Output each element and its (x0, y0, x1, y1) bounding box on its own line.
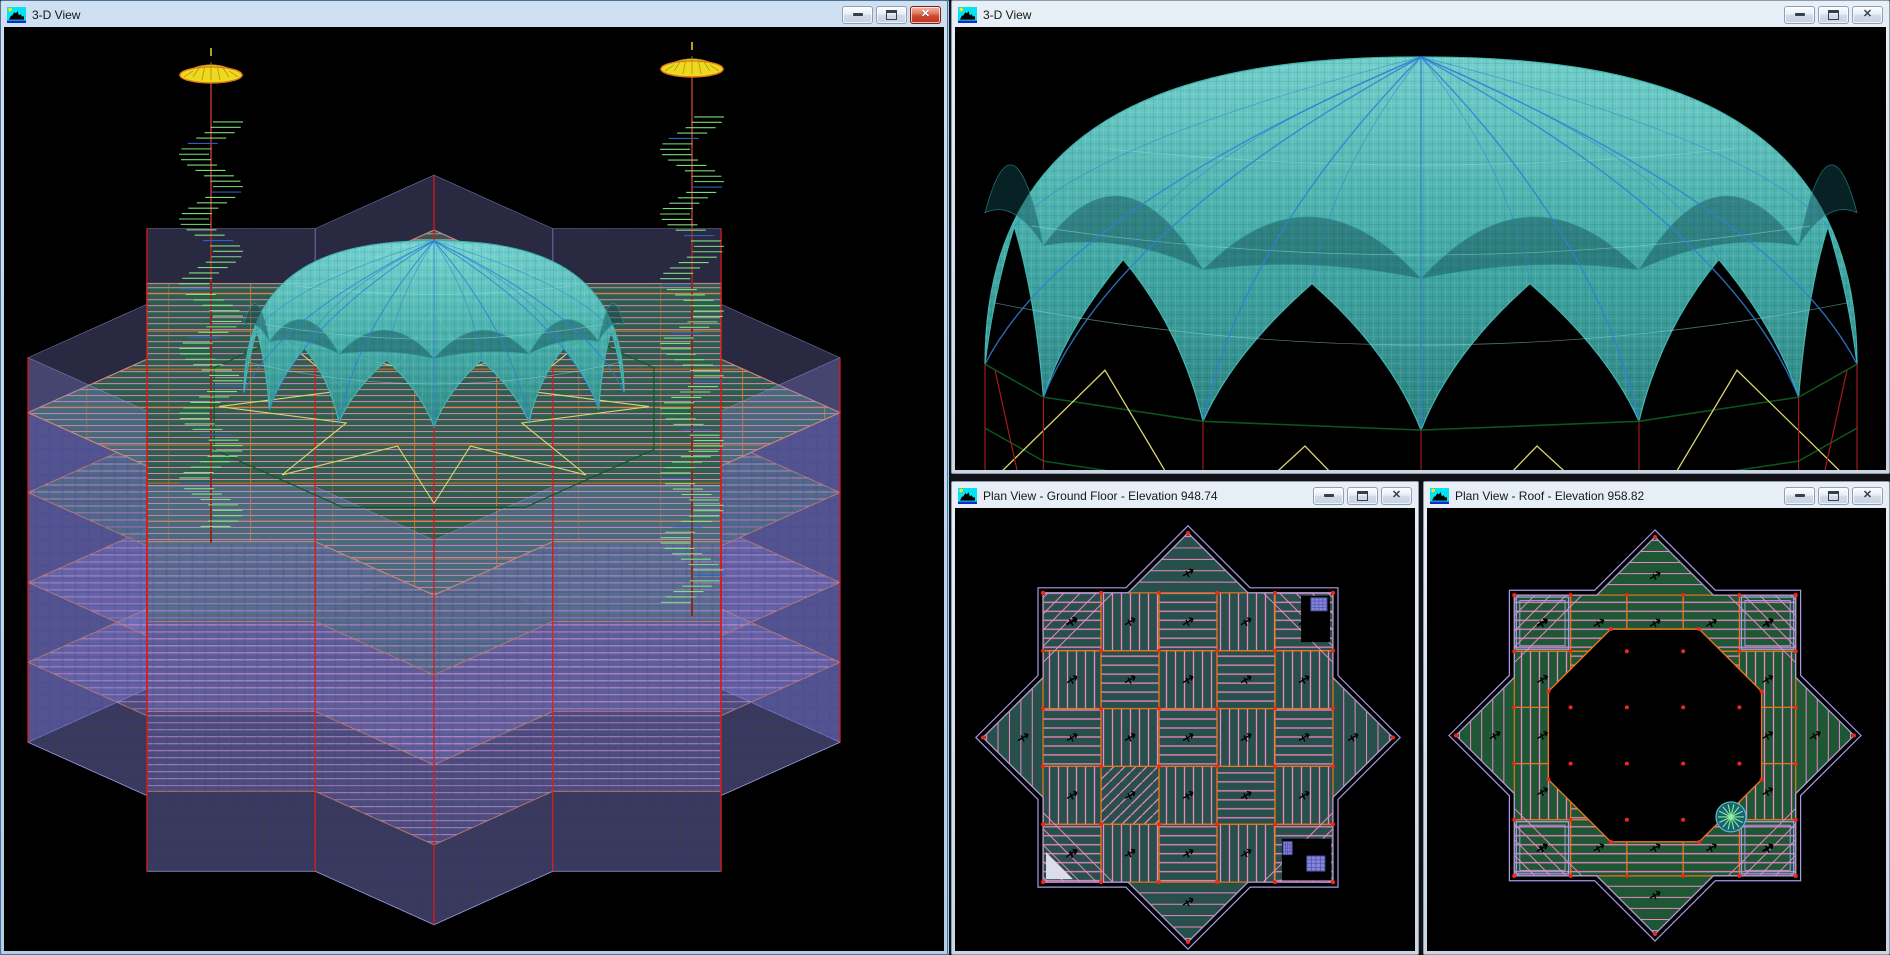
dome-3d-model (955, 27, 1886, 470)
window-controls: ✕ (1784, 487, 1883, 505)
restore-icon (1357, 491, 1368, 501)
titlebar[interactable]: Plan View - Roof - Elevation 958.82 ✕ (1427, 482, 1886, 508)
restore-button[interactable] (1347, 487, 1378, 505)
model-window-icon (958, 7, 977, 23)
window-controls: ✕ (842, 6, 941, 24)
window-title: 3-D View (32, 8, 836, 22)
window-3d-view-dome: 3-D View ✕ (951, 0, 1890, 474)
window-title: 3-D View (983, 8, 1778, 22)
minimize-button[interactable] (1313, 487, 1344, 505)
3d-model-viewport[interactable] (4, 27, 944, 951)
plan-roof-viewport[interactable] (1427, 508, 1886, 951)
titlebar[interactable]: Plan View - Ground Floor - Elevation 948… (955, 482, 1415, 508)
roof-plan (1427, 508, 1886, 951)
plan-ground-viewport[interactable] (955, 508, 1415, 951)
mosque-3d-model (4, 27, 944, 951)
titlebar[interactable]: 3-D View ✕ (4, 1, 944, 27)
close-button[interactable]: ✕ (910, 6, 941, 24)
model-window-icon (7, 7, 26, 23)
minimize-icon (1324, 494, 1334, 497)
close-icon: ✕ (1863, 9, 1872, 20)
minimize-button[interactable] (1784, 6, 1815, 24)
close-icon: ✕ (921, 9, 930, 20)
model-window-icon (958, 488, 977, 504)
mdi-workspace: { "windows": [ {"id":"main-3d","title":"… (0, 0, 1890, 955)
minimize-icon (853, 13, 863, 16)
window-title: Plan View - Ground Floor - Elevation 948… (983, 489, 1307, 503)
window-controls: ✕ (1313, 487, 1412, 505)
3d-dome-viewport[interactable] (955, 27, 1886, 470)
close-button[interactable]: ✕ (1381, 487, 1412, 505)
restore-button[interactable] (1818, 487, 1849, 505)
close-button[interactable]: ✕ (1852, 487, 1883, 505)
close-icon: ✕ (1863, 490, 1872, 501)
ground-floor-plan (955, 508, 1415, 951)
restore-button[interactable] (1818, 6, 1849, 24)
restore-icon (1828, 491, 1839, 501)
model-window-icon (1430, 488, 1449, 504)
minimize-icon (1795, 494, 1805, 497)
minimize-button[interactable] (842, 6, 873, 24)
titlebar[interactable]: 3-D View ✕ (955, 1, 1886, 27)
close-icon: ✕ (1392, 490, 1401, 501)
restore-icon (886, 10, 897, 20)
minimize-icon (1795, 13, 1805, 16)
restore-button[interactable] (876, 6, 907, 24)
window-3d-view-main: 3-D View ✕ (0, 0, 948, 955)
minimize-button[interactable] (1784, 487, 1815, 505)
window-plan-ground: Plan View - Ground Floor - Elevation 948… (951, 481, 1419, 955)
window-plan-roof: Plan View - Roof - Elevation 958.82 ✕ (1423, 481, 1890, 955)
window-controls: ✕ (1784, 6, 1883, 24)
restore-icon (1828, 10, 1839, 20)
close-button[interactable]: ✕ (1852, 6, 1883, 24)
window-title: Plan View - Roof - Elevation 958.82 (1455, 489, 1778, 503)
